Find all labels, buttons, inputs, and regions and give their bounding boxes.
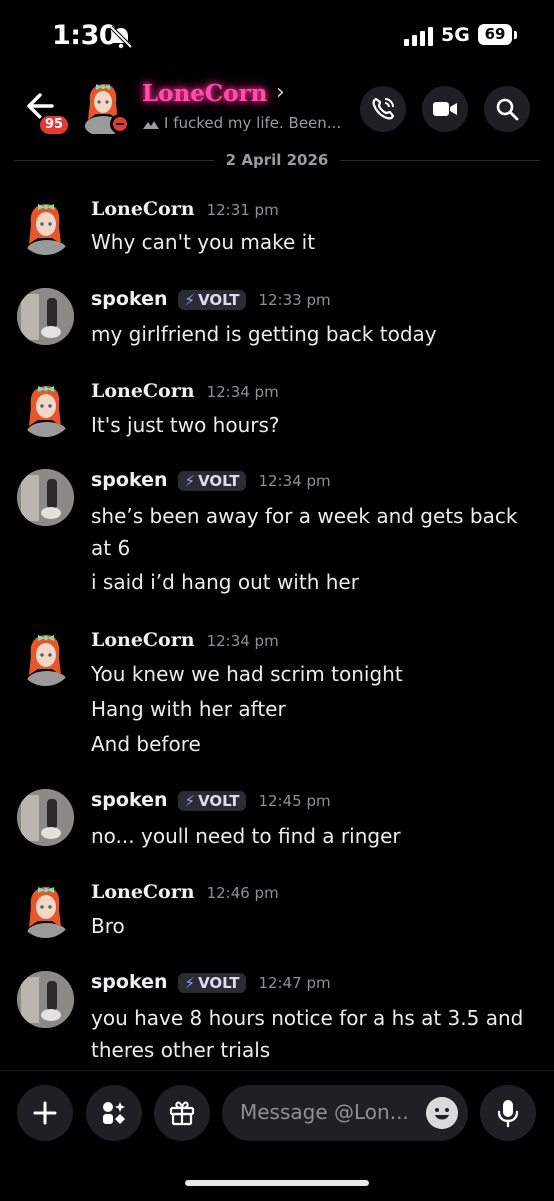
status-bar: 1:30 5G 69	[0, 0, 554, 72]
date-divider-text: 2 April 2026	[213, 151, 341, 169]
network-type: 5G	[441, 24, 470, 46]
spoken-avatar[interactable]	[17, 971, 74, 1028]
gift-button[interactable]	[154, 1085, 210, 1141]
message-input[interactable]: Message @Lon...	[222, 1085, 468, 1141]
lonecorn-avatar[interactable]	[17, 380, 74, 437]
search-button[interactable]	[484, 86, 530, 132]
contact-status: I fucked my life. Been...	[142, 114, 341, 132]
timestamp: 12:46 pm	[206, 884, 279, 902]
date-divider: 2 April 2026	[0, 150, 554, 169]
author-name[interactable]: LoneCorn	[91, 629, 195, 651]
message-header: LoneCorn 12:31 pm	[91, 198, 279, 220]
volt-badge[interactable]: ⚡ VOLT	[177, 973, 247, 993]
message-text: Why can't you make it	[91, 230, 316, 254]
message-header: spoken ⚡ VOLT 12:33 pm	[91, 288, 331, 310]
lonecorn-avatar[interactable]	[17, 629, 74, 686]
author-name[interactable]: spoken	[91, 789, 168, 811]
volt-badge[interactable]: ⚡ VOLT	[177, 791, 247, 811]
message-text: Bro	[91, 914, 125, 938]
signal-icon	[404, 27, 433, 46]
contact-status-text: I fucked my life. Been...	[164, 114, 342, 132]
volt-badge-label: VOLT	[198, 792, 240, 810]
timestamp: 12:34 pm	[258, 472, 331, 490]
chevron-right-icon[interactable]: ›	[276, 80, 285, 105]
battery-icon: 69	[478, 24, 512, 45]
bolt-icon: ⚡	[184, 291, 196, 309]
timestamp: 12:47 pm	[258, 974, 331, 992]
message-text: at 6	[91, 536, 131, 560]
message-text: It's just two hours?	[91, 413, 280, 437]
home-indicator[interactable]	[185, 1180, 369, 1186]
message-text: you have 8 hours notice for a hs at 3.5 …	[91, 1006, 524, 1030]
message-header: spoken ⚡ VOLT 12:47 pm	[91, 971, 331, 993]
author-name[interactable]: spoken	[91, 469, 168, 491]
message-text: You knew we had scrim tonight	[91, 662, 403, 686]
message-header: spoken ⚡ VOLT 12:45 pm	[91, 789, 331, 811]
author-name[interactable]: spoken	[91, 971, 168, 993]
voice-message-button[interactable]	[480, 1085, 536, 1141]
bolt-icon: ⚡	[184, 974, 196, 992]
message-text: no... youll need to find a ringer	[91, 824, 401, 848]
timestamp: 12:34 pm	[206, 632, 279, 650]
spoken-avatar[interactable]	[17, 469, 74, 526]
apps-button[interactable]	[86, 1085, 142, 1141]
author-name[interactable]: LoneCorn	[91, 881, 195, 903]
message-text: my girlfriend is getting back today	[91, 322, 437, 346]
volt-badge[interactable]: ⚡ VOLT	[177, 471, 247, 491]
lonecorn-avatar[interactable]	[17, 198, 74, 255]
author-name[interactable]: LoneCorn	[91, 198, 195, 220]
battery-cap	[514, 31, 517, 39]
message-header: LoneCorn 12:34 pm	[91, 380, 279, 402]
do-not-disturb-icon	[110, 114, 130, 134]
message-text: And before	[91, 732, 201, 756]
message-text: Hang with her after	[91, 697, 286, 721]
author-name[interactable]: spoken	[91, 288, 168, 310]
contact-name[interactable]: LoneCorn	[142, 80, 267, 107]
spoken-avatar[interactable]	[17, 288, 74, 345]
activity-icon	[143, 120, 159, 129]
emoji-icon[interactable]	[426, 1097, 458, 1129]
bell-muted-icon	[109, 25, 133, 49]
message-text: she’s been away for a week and gets back	[91, 504, 518, 528]
author-name[interactable]: LoneCorn	[91, 380, 195, 402]
message-header: LoneCorn 12:34 pm	[91, 629, 279, 651]
bolt-icon: ⚡	[184, 472, 196, 490]
timestamp: 12:34 pm	[206, 383, 279, 401]
bolt-icon: ⚡	[184, 792, 196, 810]
message-text: i said i’d hang out with her	[91, 570, 359, 594]
unread-badge: 95	[38, 114, 70, 136]
plus-icon	[33, 1101, 57, 1125]
message-header: spoken ⚡ VOLT 12:34 pm	[91, 469, 331, 491]
message-header: LoneCorn 12:46 pm	[91, 881, 279, 903]
spoken-avatar[interactable]	[17, 789, 74, 846]
voice-call-icon	[372, 97, 395, 120]
search-icon	[496, 98, 519, 121]
message-text: theres other trials	[91, 1038, 271, 1062]
volt-badge-label: VOLT	[198, 974, 240, 992]
lonecorn-avatar[interactable]	[17, 881, 74, 938]
message-input-placeholder: Message @Lon...	[240, 1100, 409, 1124]
volt-badge[interactable]: ⚡ VOLT	[177, 290, 247, 310]
timestamp: 12:31 pm	[206, 201, 279, 219]
volt-badge-label: VOLT	[198, 291, 240, 309]
gift-icon	[169, 1101, 195, 1126]
microphone-icon	[497, 1100, 519, 1128]
apps-icon	[103, 1102, 125, 1124]
video-call-button[interactable]	[422, 86, 468, 132]
timestamp: 12:45 pm	[258, 792, 331, 810]
attach-button[interactable]	[17, 1085, 73, 1141]
voice-call-button[interactable]	[360, 86, 406, 132]
timestamp: 12:33 pm	[258, 291, 331, 309]
video-call-icon	[433, 102, 457, 116]
chat-header: 95 LoneCorn › I fucked my life. Been...	[0, 72, 554, 144]
volt-badge-label: VOLT	[198, 472, 240, 490]
